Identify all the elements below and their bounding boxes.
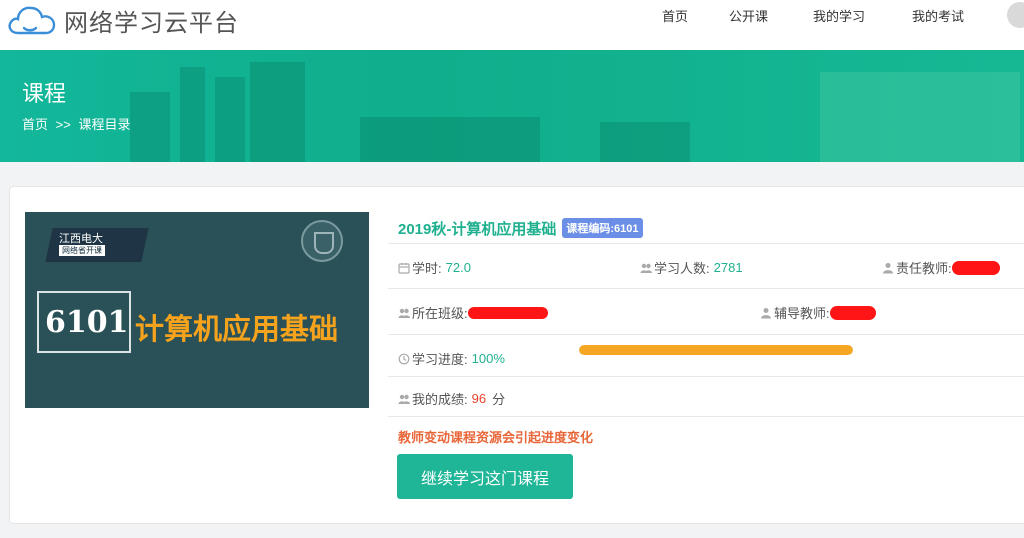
continue-learning-button[interactable]: 继续学习这门课程 xyxy=(397,454,573,499)
course-info: 2019秋-计算机应用基础 课程编码:6101 学时: 72.0 学习人数: 2… xyxy=(388,187,1024,525)
info-row-progress: 学习进度: 100% xyxy=(388,335,1024,377)
top-navbar: 网络学习云平台 首页 公开课 我的学习 我的考试 xyxy=(0,0,1024,50)
students-field: 学习人数: 2781 xyxy=(640,258,743,277)
info-row-class: 所在班级: 辅导教师: xyxy=(388,289,1024,335)
score-unit: 分 xyxy=(492,392,506,407)
teacher-name-redacted xyxy=(951,260,1000,275)
nav-item-my-exams[interactable]: 我的考试 xyxy=(912,6,964,25)
class-label: 所在班级: xyxy=(412,306,468,321)
user-icon xyxy=(761,307,771,318)
cover-school: 江西电大 xyxy=(59,233,103,245)
progress-bar xyxy=(579,345,853,355)
hours-value: 72.0 xyxy=(445,260,471,275)
cover-name: 计算机应用基础 xyxy=(135,312,339,346)
nav-item-open-courses[interactable]: 公开课 xyxy=(729,6,768,25)
progress-field: 学习进度: 100% xyxy=(398,349,505,368)
breadcrumb-home[interactable]: 首页 xyxy=(22,117,48,132)
site-logo[interactable]: 网络学习云平台 xyxy=(6,2,239,38)
score-field: 我的成绩: 96 分 xyxy=(398,389,505,408)
students-label: 学习人数: xyxy=(654,261,710,276)
user-avatar-icon[interactable] xyxy=(1007,2,1024,28)
score-value: 96 xyxy=(471,391,487,406)
site-name: 网络学习云平台 xyxy=(64,8,239,37)
info-row-score: 我的成绩: 96 分 xyxy=(388,377,1024,417)
hours-field: 学时: 72.0 xyxy=(398,258,471,277)
course-title-row: 2019秋-计算机应用基础 课程编码:6101 xyxy=(398,217,643,239)
score-label: 我的成绩: xyxy=(412,392,468,407)
progress-label: 学习进度: xyxy=(412,352,468,367)
hours-label: 学时: xyxy=(412,261,442,276)
info-row-stats: 学时: 72.0 学习人数: 2781 责任教师: xyxy=(388,243,1024,289)
tutor-name-redacted xyxy=(829,305,876,320)
page-title: 课程 xyxy=(22,81,67,106)
course-code-value: 6101 xyxy=(614,223,639,235)
user-icon xyxy=(883,262,893,273)
cloud-icon xyxy=(8,6,56,35)
students-value: 2781 xyxy=(713,260,743,275)
course-code-label: 课程编码: xyxy=(566,223,615,235)
cover-code: 6101 xyxy=(45,305,129,340)
course-code-badge: 课程编码:6101 xyxy=(562,218,643,238)
class-field: 所在班级: xyxy=(398,303,548,322)
class-name-redacted xyxy=(467,306,548,319)
cover-tag: 网络省开课 xyxy=(59,245,105,256)
breadcrumb: 首页 >> 课程目录 xyxy=(22,114,130,133)
course-card: 江西电大 网络省开课 6101 计算机应用基础 2019秋-计算机应用基础 课程… xyxy=(9,186,1024,524)
teacher-field: 责任教师: xyxy=(882,258,1000,277)
course-title[interactable]: 2019秋-计算机应用基础 xyxy=(398,218,556,239)
nav-item-home[interactable]: 首页 xyxy=(662,6,688,25)
teacher-label: 责任教师: xyxy=(896,261,952,276)
users-icon xyxy=(398,394,410,404)
nav-item-my-learning[interactable]: 我的学习 xyxy=(813,6,865,25)
course-cover-image[interactable]: 江西电大 网络省开课 6101 计算机应用基础 xyxy=(25,212,369,408)
tutor-field: 辅导教师: xyxy=(760,303,876,322)
progress-bar-fill xyxy=(579,345,853,355)
progress-value: 100% xyxy=(471,351,505,366)
breadcrumb-separator: >> xyxy=(55,117,71,132)
users-icon xyxy=(640,263,652,273)
users-icon xyxy=(398,308,410,318)
page-banner: 课程 首页 >> 课程目录 xyxy=(0,50,1024,162)
breadcrumb-current[interactable]: 课程目录 xyxy=(78,117,130,132)
clock-icon xyxy=(398,353,410,364)
progress-change-notice: 教师变动课程资源会引起进度变化 xyxy=(398,430,594,445)
calendar-icon xyxy=(398,262,410,274)
school-seal-icon xyxy=(301,220,343,262)
tutor-label: 辅导教师: xyxy=(774,306,830,321)
